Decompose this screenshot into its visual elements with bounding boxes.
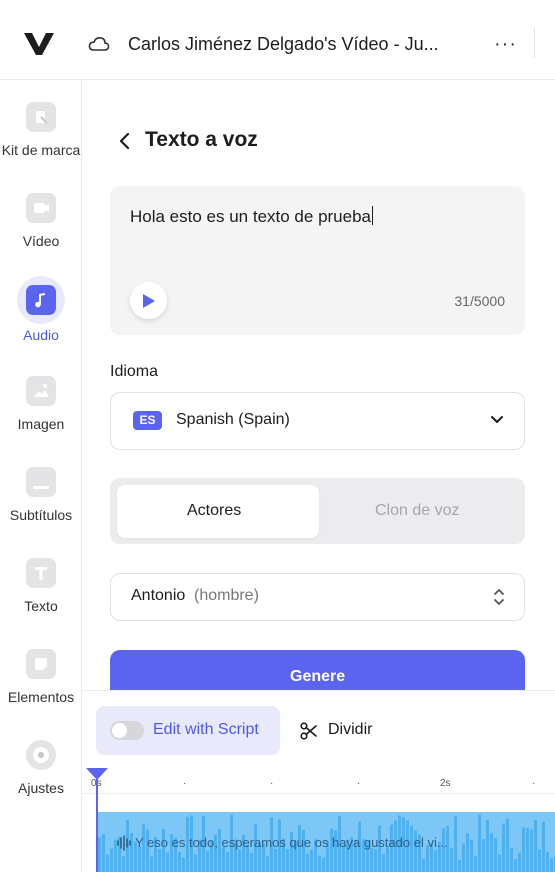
sidebar-item-brand-kit[interactable]: Kit de marca [0,102,82,158]
actor-gender: (hombre) [194,587,259,604]
header-divider [534,28,535,58]
text-icon [26,558,56,588]
sidebar-item-settings[interactable]: Ajustes [0,740,82,796]
playhead-line[interactable] [96,776,98,872]
back-arrow-icon[interactable] [118,131,132,151]
more-options-icon[interactable]: ··· [494,34,517,54]
text-caret [372,206,373,225]
scissors-icon[interactable] [300,722,318,740]
settings-icon [26,740,56,770]
sidebar-item-video[interactable]: Vídeo [0,193,82,249]
subtitles-icon [26,467,56,497]
language-select[interactable] [110,392,525,450]
sidebar-item-elements[interactable]: Elementos [0,649,82,705]
elements-icon [26,649,56,679]
music-note-icon [26,285,56,315]
chevron-up-down-icon [494,589,504,605]
character-count: 31/5000 [454,293,505,309]
sidebar-item-label: Imagen [17,416,65,432]
actor-name: Antonio [131,587,186,604]
video-icon [26,193,56,223]
sidebar-item-audio[interactable]: Audio [0,276,82,343]
timeline-ruler[interactable] [82,768,555,794]
tick-label: 2s [440,778,451,789]
tick-dot: · [357,778,361,789]
audio-track-caption: Y eso es todo, esperamos que os haya gus… [135,835,448,850]
sidebar-item-subtitles[interactable]: Subtítulos [0,467,82,523]
project-title[interactable]: Carlos Jiménez Delgado's Vídeo - Ju... [128,34,439,55]
tab-voice-clone[interactable]: Clon de voz [375,502,460,520]
sidebar-item-label: Ajustes [18,780,64,796]
playhead-handle[interactable] [86,768,108,780]
cloud-saved-icon [88,36,110,51]
tts-text-value: Hola esto es un texto de prueba [130,207,371,226]
image-icon [26,376,56,406]
sidebar-item-label: Texto [24,598,58,614]
sidebar-item-label: Subtítulos [9,507,73,523]
sidebar-item-label: Elementos [7,689,75,705]
sidebar-item-label: Kit de marca [1,142,81,158]
panel-title: Texto a voz [145,128,258,151]
tick-dot: · [183,778,187,789]
app-logo-icon[interactable] [22,30,56,58]
tick-dot: · [270,778,274,789]
language-flag-badge: ES [133,411,162,430]
language-value: Spanish (Spain) [176,411,290,428]
top-bar: Carlos Jiménez Delgado's Vídeo - Ju... ·… [0,0,555,80]
waveform-icon [117,835,131,851]
brand-kit-icon [26,102,56,132]
play-preview-button[interactable] [130,282,167,319]
generate-button-label: Genere [290,668,346,685]
play-icon [143,294,155,308]
sidebar-item-label: Audio [23,327,59,343]
tab-actors-label[interactable]: Actores [187,502,241,520]
sidebar-item-label: Vídeo [22,233,60,249]
tts-text-input[interactable]: Hola esto es un texto de prueba [130,206,373,227]
tick-dot: · [532,778,536,789]
chevron-down-icon [491,416,503,423]
sidebar-item-image[interactable]: Imagen [0,376,82,432]
split-button[interactable]: Dividir [328,721,372,739]
language-label: Idioma [110,363,159,380]
sidebar: Kit de marca Vídeo Audio Imagen Subtítul… [0,80,82,872]
edit-with-script-label: Edit with Script [153,721,259,738]
toggle-knob [112,723,127,738]
sidebar-item-text[interactable]: Texto [0,558,82,614]
active-indicator [17,276,65,324]
